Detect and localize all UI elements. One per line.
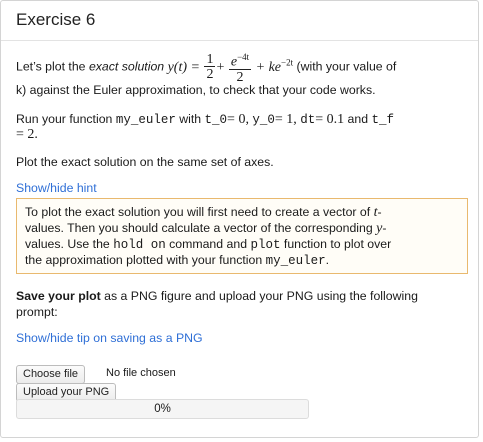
fraction-exp: e−4t 2 xyxy=(228,52,252,85)
hint-line-2: values. Then you should calculate a vect… xyxy=(25,221,387,236)
exact-solution-text: exact solution xyxy=(88,59,165,74)
hint-line-1: To plot the exact solution you will firs… xyxy=(25,205,382,220)
run-instruction-line-1: Run your function my_euler with t_0= 0, … xyxy=(16,112,395,127)
file-status-text: No file chosen xyxy=(106,367,176,379)
tip-toggle-link[interactable]: Show/hide tip on saving as a PNG xyxy=(16,329,203,347)
save-instruction-line-1: Save your plot as a PNG figure and uploa… xyxy=(16,289,418,303)
hint-toggle-link[interactable]: Show/hide hint xyxy=(16,179,97,197)
save-instruction-line-2: prompt: xyxy=(16,305,58,319)
formula: y(t) = 1 2 + e−4t 2 + ke−2t xyxy=(167,52,294,85)
exercise-prompt-line-1: Let’s plot the exact solution y(t) = 1 2 +… xyxy=(16,52,397,85)
exercise-card: Exercise 6 Let’s plot the exact solution… xyxy=(0,0,479,438)
title-divider xyxy=(1,40,478,41)
upload-progress-label: 0% xyxy=(154,403,171,415)
plot-instruction: Plot the exact solution on the same set … xyxy=(16,155,274,169)
run-instruction-line-2: = 2. xyxy=(16,127,38,142)
upload-progress-bar: 0% xyxy=(16,399,309,419)
hint-line-4: the approximation plotted with your func… xyxy=(25,253,330,268)
formula-lhs: y(t) = xyxy=(167,59,200,75)
choose-file-button[interactable]: Choose file xyxy=(16,365,86,384)
hint-line-3: values. Use the hold on command and plot… xyxy=(25,237,392,252)
hint-box: To plot the exact solution you will firs… xyxy=(16,198,468,274)
fraction-half: 12 xyxy=(204,52,216,83)
exercise-prompt-line-2: k) against the Euler approximation, to c… xyxy=(16,83,376,97)
exercise-title: Exercise 6 xyxy=(16,10,96,29)
prompt-text: Let’s plot the xyxy=(16,59,89,74)
